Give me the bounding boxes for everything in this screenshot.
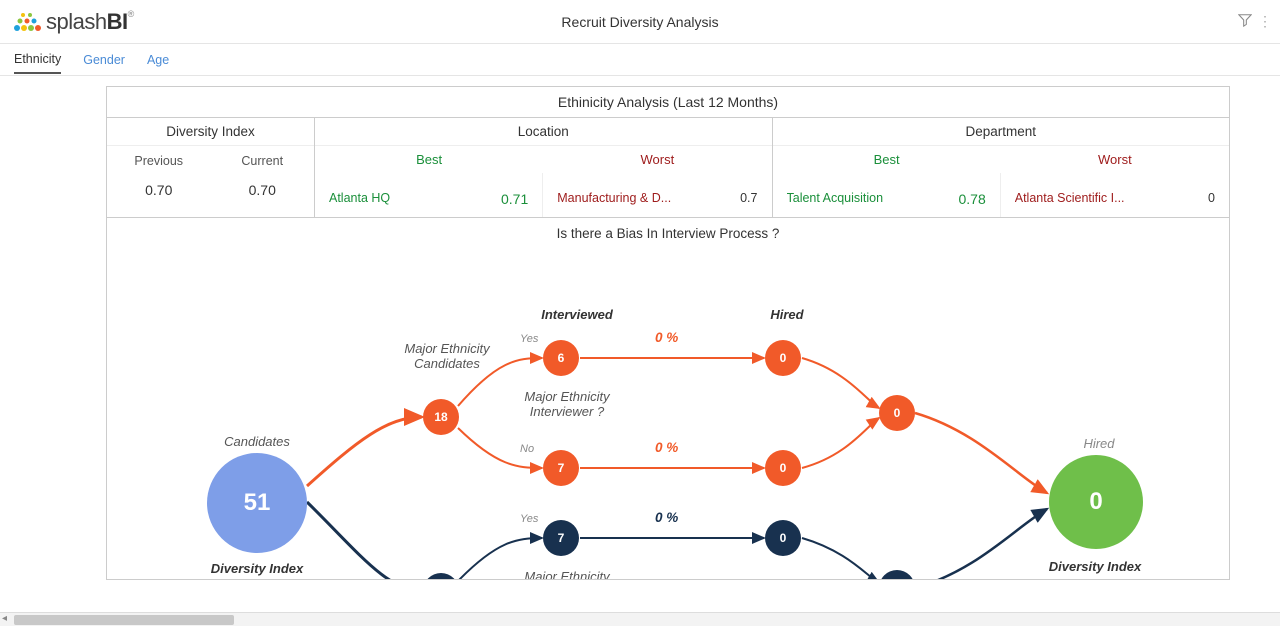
panel-title: Ethinicity Analysis (Last 12 Months) — [107, 87, 1229, 118]
loc-best-name: Atlanta HQ — [329, 191, 501, 207]
maj-cand-node[interactable]: 18 — [423, 399, 459, 435]
pct-1: 0 % — [655, 330, 678, 345]
hired-0a[interactable]: 0 — [765, 340, 801, 376]
tab-ethnicity[interactable]: Ethnicity — [14, 52, 61, 74]
di-right-label: Diversity Index — [1045, 559, 1145, 574]
prev-label: Previous — [107, 146, 211, 176]
merge-0a[interactable]: 0 — [879, 395, 915, 431]
diversity-index-box: Diversity Index Previous Current 0.70 0.… — [107, 118, 315, 217]
di-label: Diversity Index — [107, 118, 314, 146]
maj-eth-cand-label: Major Ethnicity Candidates — [392, 341, 502, 371]
pct-2: 0 % — [655, 440, 678, 455]
loc-worst-val: 0.7 — [740, 191, 757, 207]
int-yes-maj-node[interactable]: 6 — [543, 340, 579, 376]
flow-diagram: Candidates 51 Diversity Index 0.70 Major… — [107, 241, 1229, 580]
hired-big-node[interactable]: 0 — [1049, 455, 1143, 549]
prev-value: 0.70 — [107, 182, 211, 198]
no-1: No — [520, 443, 534, 455]
more-icon[interactable]: ⋮ — [1258, 13, 1272, 30]
yes-1: Yes — [520, 333, 538, 345]
bias-title: Is there a Bias In Interview Process ? — [107, 226, 1229, 241]
int-yes-min-node[interactable]: 7 — [543, 520, 579, 556]
logo: splashBI® — [0, 9, 134, 35]
interviewed-label: Interviewed — [527, 307, 627, 322]
tab-age[interactable]: Age — [147, 53, 169, 67]
yes-2: Yes — [520, 513, 538, 525]
dep-best-label: Best — [773, 146, 1001, 173]
loc-worst-label: Worst — [543, 146, 771, 173]
department-box: Department Best Worst Talent Acquisition… — [773, 118, 1230, 217]
int-no-maj-node[interactable]: 7 — [543, 450, 579, 486]
location-label: Location — [315, 118, 772, 146]
dep-worst-name: Atlanta Scientific I... — [1015, 191, 1202, 207]
hired-0c[interactable]: 0 — [765, 520, 801, 556]
loc-worst-name: Manufacturing & D... — [557, 191, 740, 207]
dep-worst-val: 0 — [1208, 191, 1215, 207]
dep-best-name: Talent Acquisition — [787, 191, 959, 207]
loc-best-val: 0.71 — [501, 191, 528, 207]
cur-value: 0.70 — [211, 182, 315, 198]
cur-label: Current — [211, 146, 315, 176]
logo-text: splashBI® — [46, 9, 134, 35]
maj-int-1: Major Ethnicity Interviewer ? — [507, 389, 627, 419]
loc-best-label: Best — [315, 146, 543, 173]
tabs-bar: Ethnicity Gender Age — [0, 44, 1280, 76]
filter-icon[interactable] — [1238, 13, 1252, 30]
content-area: Ethinicity Analysis (Last 12 Months) Div… — [0, 76, 1240, 580]
dep-best-val: 0.78 — [959, 191, 986, 207]
maj-int-2: Major Ethnicity Interviewer ? — [507, 569, 627, 580]
department-label: Department — [773, 118, 1230, 146]
hired-0b[interactable]: 0 — [765, 450, 801, 486]
bias-panel: Is there a Bias In Interview Process ? — [106, 218, 1230, 580]
location-box: Location Best Worst Atlanta HQ 0.71 Manu… — [315, 118, 773, 217]
pct-3: 0 % — [655, 510, 678, 525]
hired-right-label: Hired — [1049, 436, 1149, 451]
horizontal-scrollbar[interactable]: ◂ — [0, 612, 1280, 626]
logo-dots-icon — [12, 10, 46, 34]
chevron-left-icon[interactable]: ◂ — [2, 613, 7, 624]
scrollbar-thumb[interactable] — [14, 615, 234, 625]
di-left-label: Diversity Index — [207, 561, 307, 576]
ethnicity-panel: Ethinicity Analysis (Last 12 Months) Div… — [106, 86, 1230, 218]
tab-gender[interactable]: Gender — [83, 53, 125, 67]
metrics-row: Diversity Index Previous Current 0.70 0.… — [107, 118, 1229, 217]
top-toolbar: ⋮ — [1238, 13, 1272, 30]
di-right-value: 0.70 — [1045, 579, 1145, 580]
dep-worst-label: Worst — [1001, 146, 1229, 173]
candidates-label: Candidates — [207, 434, 307, 449]
page-title: Recruit Diversity Analysis — [0, 14, 1280, 30]
hired-col-label: Hired — [747, 307, 827, 322]
top-bar: splashBI® Recruit Diversity Analysis ⋮ — [0, 0, 1280, 44]
candidates-node[interactable]: 51 — [207, 453, 307, 553]
